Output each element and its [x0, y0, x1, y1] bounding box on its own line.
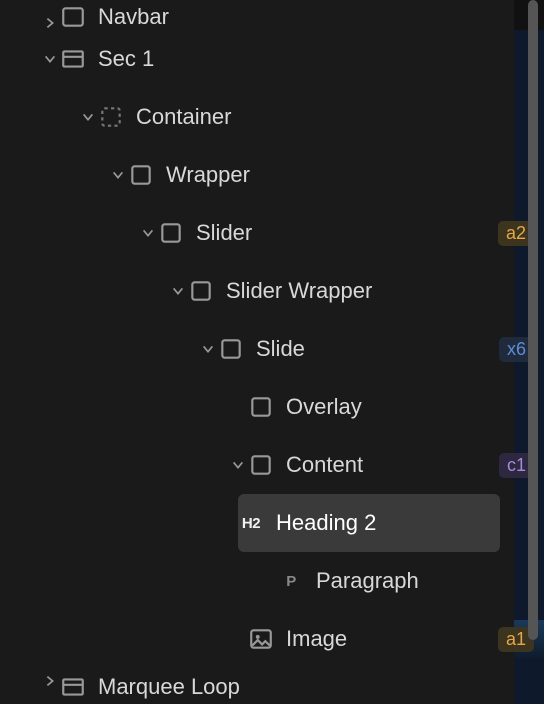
tree-item-paragraph[interactable]: P Paragraph: [0, 552, 544, 610]
section-icon: [60, 674, 86, 700]
box-icon: [248, 452, 274, 478]
container-icon: [98, 104, 124, 130]
tree-item-label: Sec 1: [98, 46, 544, 72]
tree-item-label: Paragraph: [316, 568, 544, 594]
tree-item-label: Image: [286, 626, 498, 652]
scrollbar-thumb[interactable]: [528, 0, 538, 640]
tree-item-slide[interactable]: Slide x6: [0, 320, 544, 378]
box-icon: [60, 4, 86, 30]
tree-item-label: Slider: [196, 220, 498, 246]
section-icon: [60, 46, 86, 72]
tree-item-container[interactable]: Container: [0, 88, 544, 146]
tree-item-slider-wrapper[interactable]: Slider Wrapper: [0, 262, 544, 320]
chevron-down-icon: [40, 52, 60, 66]
box-icon: [128, 162, 154, 188]
chevron-down-icon: [198, 342, 218, 356]
tree-item-label: Wrapper: [166, 162, 544, 188]
tree-item-content[interactable]: Content c1: [0, 436, 544, 494]
tree-item-slider[interactable]: Slider a2: [0, 204, 544, 262]
box-icon: [158, 220, 184, 246]
chevron-down-icon: [78, 110, 98, 124]
box-icon: [188, 278, 214, 304]
chevron-down-icon: [168, 284, 188, 298]
tree-item-navbar[interactable]: Navbar: [0, 0, 544, 30]
tree-item-label: Heading 2: [276, 510, 500, 536]
tree-item-wrapper[interactable]: Wrapper: [0, 146, 544, 204]
tree-item-label: Slide: [256, 336, 499, 362]
tree-item-heading2[interactable]: H2 Heading 2: [238, 494, 500, 552]
chevron-right-icon: [40, 674, 60, 688]
box-icon: [248, 394, 274, 420]
tree-item-label: Content: [286, 452, 499, 478]
chevron-right-icon: [40, 16, 60, 30]
tree-item-overlay[interactable]: Overlay: [0, 378, 544, 436]
chevron-down-icon: [138, 226, 158, 240]
paragraph-icon: P: [278, 573, 304, 590]
tree-item-marquee[interactable]: Marquee Loop: [0, 668, 544, 704]
tree-item-label: Navbar: [98, 4, 544, 30]
heading-icon: H2: [238, 515, 264, 532]
tree-item-label: Marquee Loop: [98, 674, 544, 700]
image-icon: [248, 626, 274, 652]
box-icon: [218, 336, 244, 362]
chevron-down-icon: [228, 458, 248, 472]
tree-item-sec1[interactable]: Sec 1: [0, 30, 544, 88]
tree-item-label: Overlay: [286, 394, 544, 420]
navigator-tree[interactable]: Navbar Sec 1 Container Wrapper: [0, 0, 544, 704]
tree-item-label: Container: [136, 104, 544, 130]
tree-item-label: Slider Wrapper: [226, 278, 544, 304]
chevron-down-icon: [108, 168, 128, 182]
tree-item-image[interactable]: Image a1: [0, 610, 544, 668]
